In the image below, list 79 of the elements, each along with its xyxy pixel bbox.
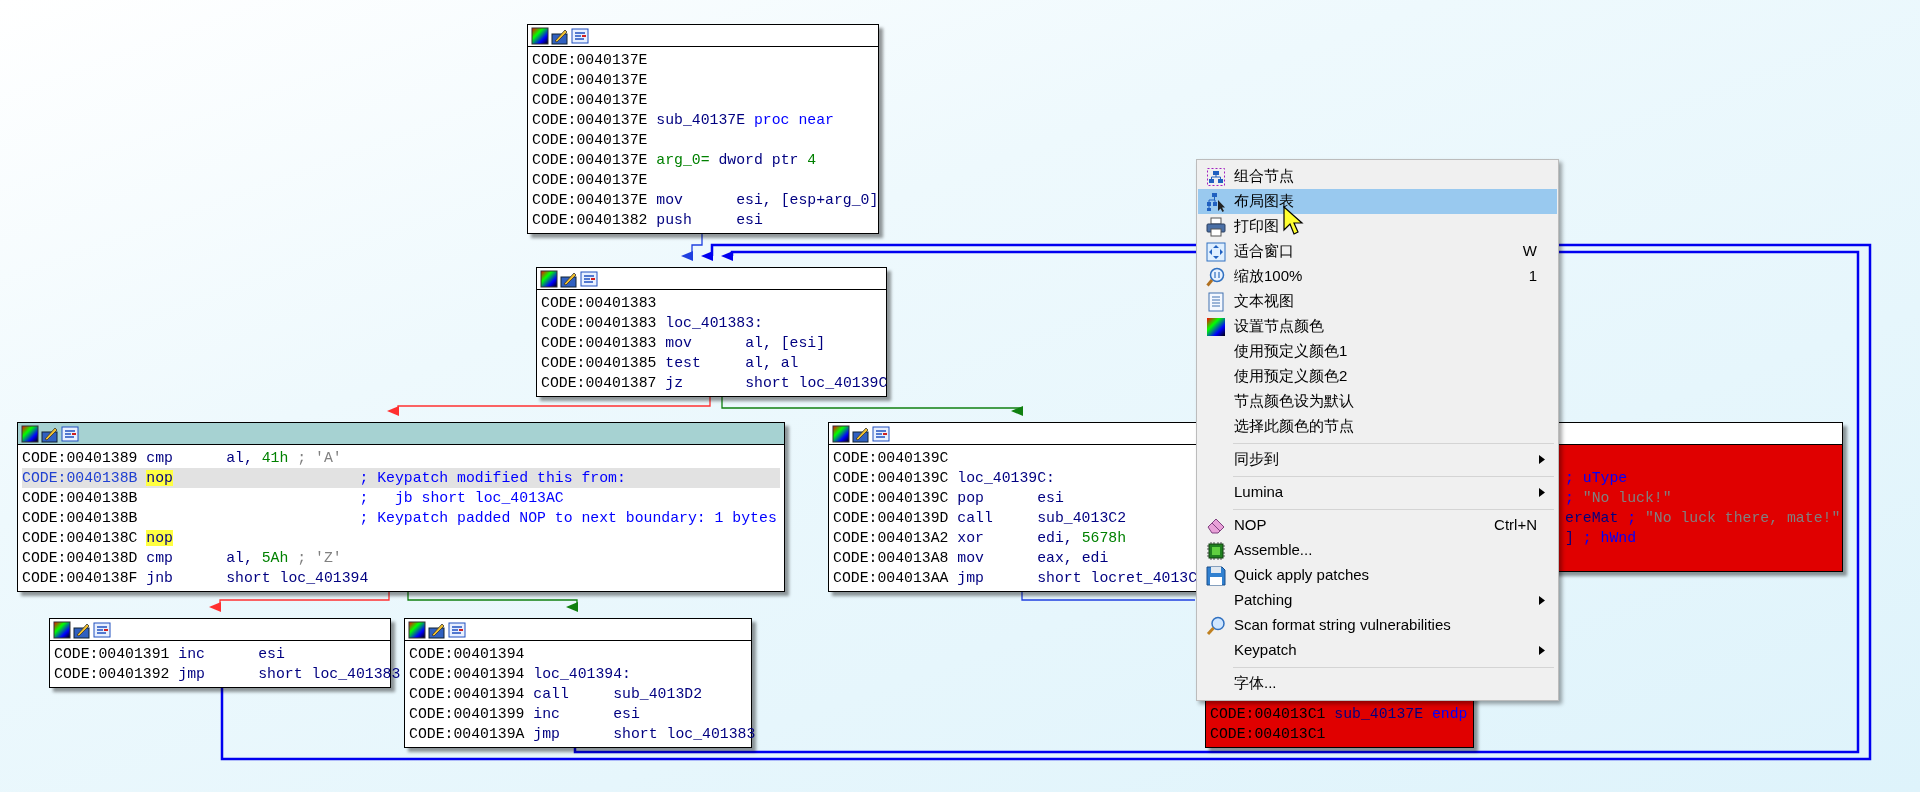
menu-item[interactable]: 文本视图 <box>1198 289 1557 314</box>
fit-window-icon <box>1206 241 1226 262</box>
code-line: CODE:004013C1 sub_40137E endp <box>1210 705 1468 724</box>
code-line: CODE:00401394 <box>409 645 525 664</box>
color-palette-icon[interactable] <box>53 620 71 639</box>
graph-icon[interactable] <box>580 269 598 288</box>
code-line: CODE:00401389 cmp al, 41h ; 'A' <box>22 449 342 468</box>
hierarchy-icon <box>1206 191 1226 212</box>
code-line: CODE:00401383 <box>541 294 657 313</box>
code-line: CODE:00401383 mov al, [esi] <box>541 334 826 353</box>
code-line: CODE:00401391 inc esi <box>54 645 285 664</box>
menu-item[interactable]: 打印图 <box>1198 214 1557 239</box>
code-line: CODE:0040138B ; jb short loc_4013AC <box>22 489 564 508</box>
code-line: CODE:0040139C loc_40139C: <box>833 469 1055 488</box>
code-line: CODE:0040139C <box>833 449 949 468</box>
zoom-icon <box>1206 266 1226 287</box>
chip-icon <box>1206 540 1226 561</box>
code-line: CODE:0040137E mov esi, [esp+arg_0] <box>532 191 879 210</box>
graph-icon[interactable] <box>571 26 589 45</box>
menu-item[interactable]: 设置节点颜色 <box>1198 314 1557 339</box>
code-line: CODE:004013AA jmp short locret_4013C <box>833 569 1198 588</box>
graph-icon[interactable] <box>448 620 466 639</box>
code-line: CODE:004013A2 xor edi, 5678h <box>833 529 1127 548</box>
color-palette-icon[interactable] <box>531 26 549 45</box>
code-line: CODE:0040137E <box>532 71 648 90</box>
menu-item[interactable]: Quick apply patches <box>1198 563 1557 588</box>
code-line: CODE:0040137E arg_0= dword ptr 4 <box>532 151 817 170</box>
code-line: ; uType <box>1565 469 1628 488</box>
menu-item[interactable]: 缩放100% 1 <box>1198 264 1557 289</box>
menu-item[interactable]: 组合节点 <box>1198 164 1557 189</box>
search-icon <box>1206 615 1226 636</box>
menu-item[interactable]: 同步到 <box>1198 447 1557 472</box>
code-line: ereMat ; "No luck there, mate!" <box>1565 509 1841 528</box>
mouse-pointer-icon <box>1283 206 1305 236</box>
menu-item[interactable]: NOP Ctrl+N <box>1198 513 1557 538</box>
printer-icon <box>1206 216 1226 237</box>
code-line: CODE:004013C1 <box>1210 725 1326 744</box>
code-line: CODE:0040137E <box>532 51 648 70</box>
menu-item[interactable]: Assemble... <box>1198 538 1557 563</box>
code-line: CODE:00401385 test al, al <box>541 354 799 373</box>
color-palette-icon <box>1206 316 1226 337</box>
code-line: CODE:00401382 push esi <box>532 211 763 230</box>
menu-item[interactable]: Scan format string vulnerabilities <box>1198 613 1557 638</box>
menu-item[interactable]: Lumina <box>1198 480 1557 505</box>
color-palette-icon[interactable] <box>21 424 39 443</box>
code-line: CODE:0040138D cmp al, 5Ah ; 'Z' <box>22 549 342 568</box>
color-palette-icon[interactable] <box>540 269 558 288</box>
color-palette-icon[interactable] <box>832 424 850 443</box>
code-line: CODE:00401394 call sub_4013D2 <box>409 685 702 704</box>
document-icon <box>1206 291 1226 312</box>
code-line: CODE:00401399 inc esi <box>409 705 640 724</box>
graph-icon[interactable] <box>93 620 111 639</box>
menu-item[interactable]: 使用预定义颜色1 <box>1198 339 1557 364</box>
code-line: ; "No luck!" <box>1565 489 1672 508</box>
code-line: CODE:0040137E <box>532 91 648 110</box>
code-line: CODE:0040139D call sub_4013C2 <box>833 509 1126 528</box>
group-nodes-icon <box>1206 166 1226 187</box>
color-palette-icon[interactable] <box>408 620 426 639</box>
menu-item[interactable]: 字体... <box>1198 671 1557 696</box>
code-line: CODE:0040138C nop <box>22 529 174 548</box>
graph-icon[interactable] <box>61 424 79 443</box>
code-line: CODE:0040139C pop esi <box>833 489 1064 508</box>
menu-item[interactable]: Patching <box>1198 588 1557 613</box>
code-line: CODE:0040137E <box>532 171 648 190</box>
code-line: ] ; hWnd <box>1565 529 1637 548</box>
code-line: CODE:0040137E sub_40137E proc near <box>532 111 834 130</box>
code-line: CODE:00401383 loc_401383: <box>541 314 763 333</box>
menu-item[interactable]: 使用预定义颜色2 <box>1198 364 1557 389</box>
menu-item[interactable]: 适合窗口 W <box>1198 239 1557 264</box>
code-line: CODE:004013A8 mov eax, edi <box>833 549 1109 568</box>
code-line: CODE:00401394 loc_401394: <box>409 665 631 684</box>
code-line: CODE:0040138F jnb short loc_401394 <box>22 569 369 588</box>
menu-item[interactable]: 节点颜色设为默认 <box>1198 389 1557 414</box>
code-line: CODE:0040137E <box>532 131 648 150</box>
code-line: CODE:0040138B ; Keypatch padded NOP to next boundary: 1 bytes <box>22 509 777 528</box>
menu-item[interactable]: Keypatch <box>1198 638 1557 663</box>
menu-item[interactable]: 选择此颜色的节点 <box>1198 414 1557 439</box>
graph-icon[interactable] <box>872 424 890 443</box>
menu-item[interactable]: 布局图表 <box>1198 189 1557 214</box>
